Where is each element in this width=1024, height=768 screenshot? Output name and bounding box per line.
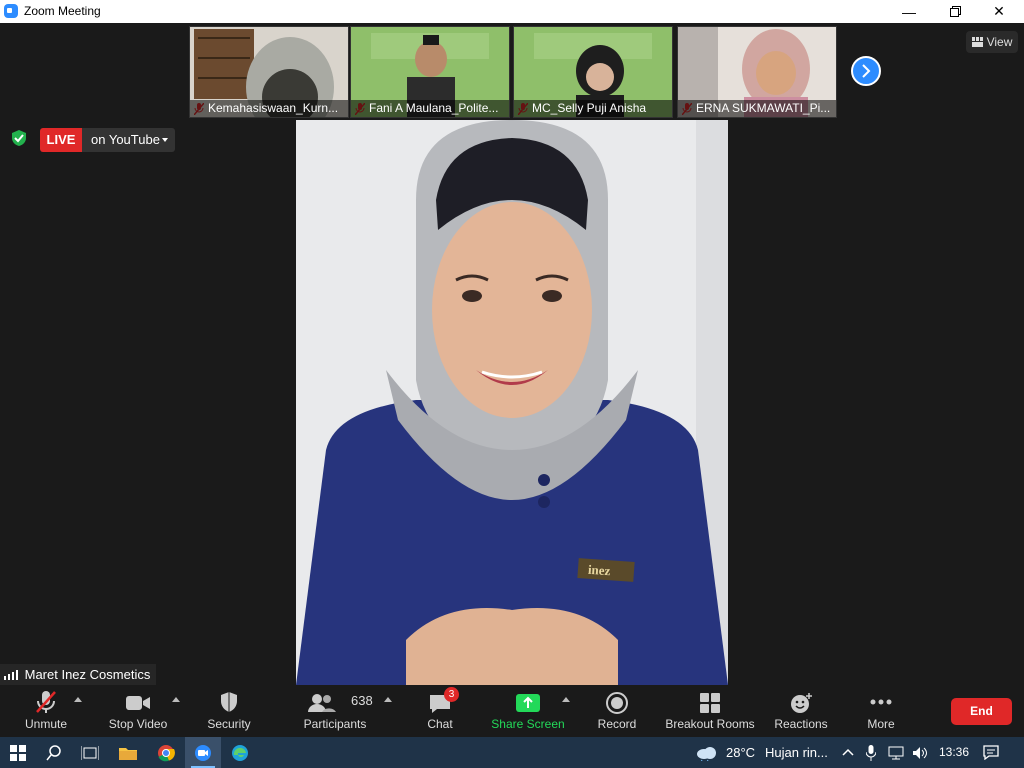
weather-description[interactable]: Hujan rin... <box>765 745 828 760</box>
participant-name: Kemahasiswaan_Kurn... <box>190 100 348 117</box>
live-platform-dropdown[interactable]: on YouTube <box>82 128 175 152</box>
record-button[interactable]: Record <box>594 685 640 737</box>
windows-logo-icon <box>10 744 26 761</box>
clock-time[interactable]: 13:36 <box>939 745 969 759</box>
more-label: More <box>867 717 895 731</box>
participant-tile[interactable]: ERNA SUKMAWATI_Pi... <box>677 26 837 118</box>
live-badge[interactable]: LIVE <box>40 128 82 152</box>
caret-down-icon <box>162 138 168 142</box>
window-title: Zoom Meeting <box>24 4 101 18</box>
active-speaker-video: inez <box>296 120 728 685</box>
reactions-smiley-icon <box>791 693 812 713</box>
more-button[interactable]: More <box>858 685 904 737</box>
restore-button[interactable] <box>932 0 978 23</box>
weather-cloud-icon <box>697 747 716 761</box>
share-screen-icon <box>516 694 540 712</box>
breakout-rooms-label: Breakout Rooms <box>665 717 755 731</box>
search-icon <box>46 744 61 760</box>
security-label: Security <box>207 717 251 731</box>
windows-taskbar: 28°C Hujan rin... 13:36 <box>0 737 1024 768</box>
zoom-app-icon <box>4 4 18 18</box>
chevron-right-icon <box>862 64 871 78</box>
muted-mic-icon <box>36 691 56 713</box>
stop-video-button[interactable]: Stop Video <box>104 685 172 737</box>
participants-label: Participants <box>303 717 367 731</box>
encryption-shield-icon[interactable] <box>10 129 28 147</box>
chrome-button[interactable] <box>148 737 184 768</box>
view-label: View <box>986 35 1013 49</box>
notification-center-icon[interactable] <box>983 745 999 760</box>
chat-label: Chat <box>427 717 453 731</box>
reactions-button[interactable]: Reactions <box>772 685 830 737</box>
security-button[interactable]: Security <box>200 685 258 737</box>
chat-button[interactable]: 3 Chat <box>418 685 462 737</box>
next-page-button[interactable] <box>851 56 881 86</box>
record-icon <box>606 692 628 714</box>
stop-video-label: Stop Video <box>108 717 168 731</box>
signal-bars-icon <box>4 670 18 680</box>
unmute-button[interactable]: Unmute <box>16 685 76 737</box>
task-view-button[interactable] <box>72 737 108 768</box>
zoom-icon <box>195 744 211 761</box>
weather-temperature[interactable]: 28°C <box>726 745 755 760</box>
security-shield-icon <box>221 692 237 712</box>
live-platform-label: on YouTube <box>91 132 160 147</box>
chrome-icon <box>158 744 175 761</box>
volume-icon[interactable] <box>912 746 928 760</box>
name-tag-text: inez <box>587 562 611 579</box>
end-meeting-button[interactable]: End <box>951 698 1012 725</box>
folder-icon <box>119 747 137 760</box>
edge-icon <box>232 744 248 761</box>
restore-icon <box>949 6 961 17</box>
breakout-rooms-button[interactable]: Breakout Rooms <box>664 685 756 737</box>
participant-tile[interactable]: Fani A Maulana_Polite... <box>350 26 510 118</box>
taskbar-search-button[interactable] <box>36 737 72 768</box>
video-options-caret[interactable] <box>172 697 180 702</box>
microphone-icon[interactable] <box>866 745 876 761</box>
file-explorer-button[interactable] <box>110 737 146 768</box>
record-label: Record <box>597 717 637 731</box>
chat-unread-badge: 3 <box>444 687 459 702</box>
participants-icon <box>308 694 336 712</box>
participant-tile[interactable]: MC_Selly Puji Anisha <box>513 26 673 118</box>
meeting-area: Kemahasiswaan_Kurn... Fani A Maulana_Pol… <box>0 23 1024 685</box>
show-hidden-icons-chevron[interactable] <box>842 748 854 756</box>
zoom-taskbar-button[interactable] <box>185 737 221 768</box>
reactions-label: Reactions <box>774 717 828 731</box>
participants-button[interactable]: 638 Participants <box>300 685 373 737</box>
title-bar: Zoom Meeting — ✕ <box>0 0 1024 23</box>
participant-name: ERNA SUKMAWATI_Pi... <box>678 100 836 117</box>
share-screen-button[interactable]: Share Screen <box>490 685 566 737</box>
grid-view-icon <box>971 37 983 47</box>
view-button[interactable]: View <box>966 31 1018 53</box>
breakout-rooms-icon <box>700 693 720 713</box>
meeting-toolbar: Unmute Stop Video Security 638 Participa… <box>0 685 1024 737</box>
audio-options-caret[interactable] <box>74 697 82 702</box>
minimize-button[interactable]: — <box>886 0 932 23</box>
unmute-label: Unmute <box>24 717 68 731</box>
windows-start-button[interactable] <box>0 737 36 768</box>
task-view-icon <box>81 745 99 760</box>
participant-name: MC_Selly Puji Anisha <box>514 100 672 117</box>
participants-count: 638 <box>351 693 373 708</box>
network-icon[interactable] <box>888 746 904 760</box>
participants-options-caret[interactable] <box>384 697 392 702</box>
speaker-video-frame: inez <box>296 120 728 685</box>
speaker-name-label: Maret Inez Cosmetics <box>0 664 157 685</box>
close-button[interactable]: ✕ <box>976 0 1022 23</box>
share-options-caret[interactable] <box>562 697 570 702</box>
share-screen-label: Share Screen <box>491 717 565 731</box>
edge-button[interactable] <box>222 737 258 768</box>
more-dots-icon <box>870 699 892 705</box>
participant-name: Fani A Maulana_Polite... <box>351 100 509 117</box>
speaker-name: Maret Inez Cosmetics <box>24 667 151 682</box>
video-camera-icon <box>126 696 150 710</box>
participant-tile[interactable]: Kemahasiswaan_Kurn... <box>189 26 349 118</box>
